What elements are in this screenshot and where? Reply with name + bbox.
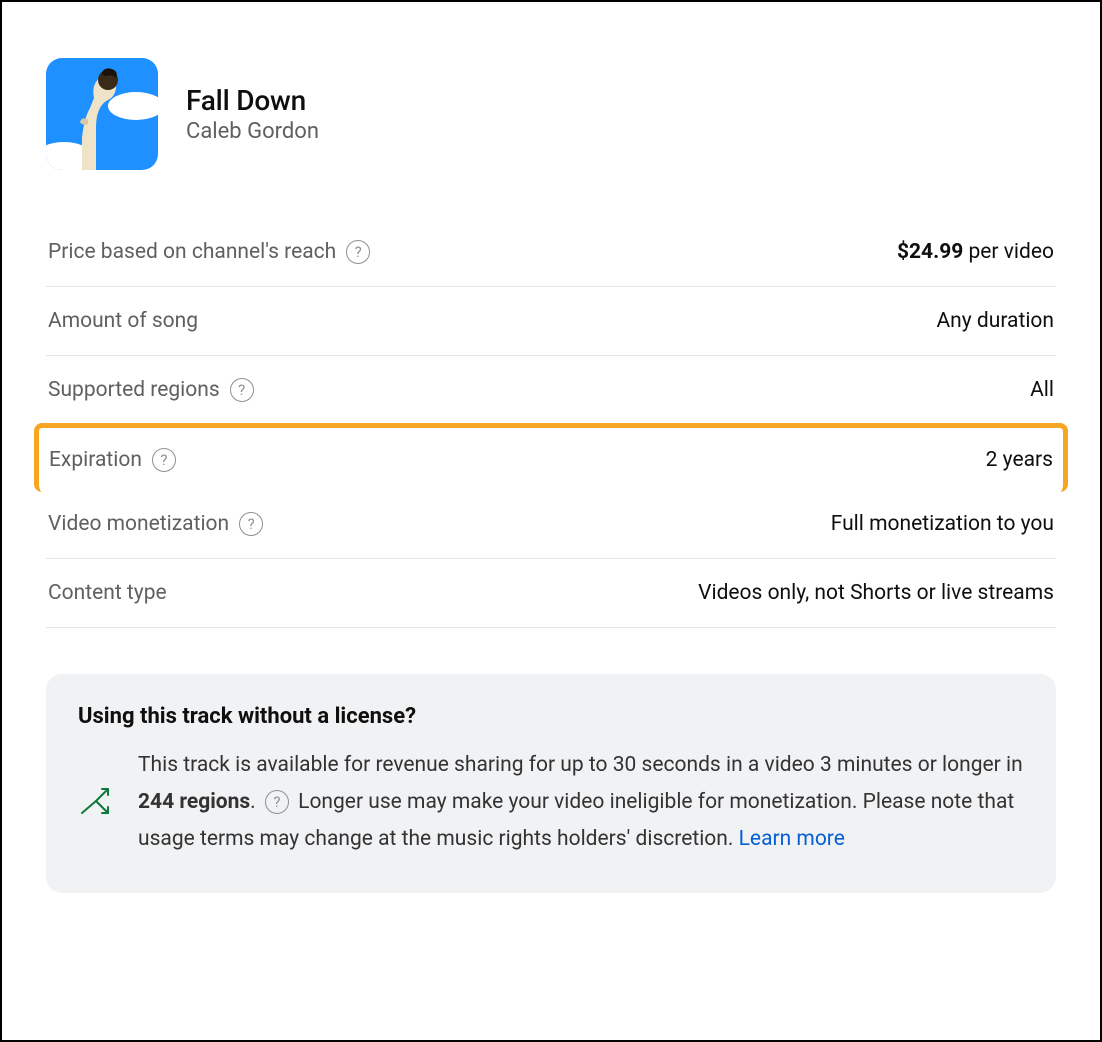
- amount-value: Any duration: [936, 309, 1054, 333]
- album-art: [46, 58, 158, 170]
- regions-label: Supported regions: [48, 378, 220, 402]
- help-icon[interactable]: ?: [239, 512, 263, 536]
- expiration-label-group: Expiration ?: [49, 448, 176, 472]
- regions-value: All: [1030, 378, 1054, 402]
- track-title: Fall Down: [186, 84, 319, 117]
- amount-label: Amount of song: [48, 309, 198, 333]
- info-body: This track is available for revenue shar…: [78, 747, 1024, 857]
- price-label: Price based on channel's reach: [48, 240, 336, 264]
- content-value: Videos only, not Shorts or live streams: [698, 581, 1054, 605]
- monetization-label-group: Video monetization ?: [48, 512, 263, 536]
- regions-label-group: Supported regions ?: [48, 378, 254, 402]
- info-box: Using this track without a license? This…: [46, 674, 1056, 893]
- row-price: Price based on channel's reach ? $24.99 …: [46, 218, 1056, 287]
- price-suffix: per video: [963, 240, 1054, 264]
- price-label-group: Price based on channel's reach ?: [48, 240, 370, 264]
- track-header: Fall Down Caleb Gordon: [46, 58, 1056, 170]
- help-icon[interactable]: ?: [346, 240, 370, 264]
- monetization-value: Full monetization to you: [831, 512, 1054, 536]
- title-block: Fall Down Caleb Gordon: [186, 84, 319, 144]
- info-text-1: This track is available for revenue shar…: [138, 753, 1023, 777]
- row-expiration-highlighted: Expiration ? 2 years: [34, 423, 1068, 492]
- help-icon[interactable]: ?: [230, 378, 254, 402]
- monetization-label: Video monetization: [48, 512, 229, 536]
- price-amount: $24.99: [897, 240, 963, 264]
- license-details: Price based on channel's reach ? $24.99 …: [46, 218, 1056, 628]
- price-value: $24.99 per video: [897, 240, 1054, 264]
- info-text: This track is available for revenue shar…: [138, 747, 1024, 857]
- artist-name: Caleb Gordon: [186, 119, 319, 144]
- info-regions-bold: 244 regions: [138, 790, 250, 814]
- row-monetization: Video monetization ? Full monetization t…: [46, 490, 1056, 559]
- row-amount: Amount of song Any duration: [46, 287, 1056, 356]
- help-icon[interactable]: ?: [265, 790, 289, 814]
- learn-more-link[interactable]: Learn more: [739, 827, 845, 851]
- row-regions: Supported regions ? All: [46, 356, 1056, 425]
- info-text-2: .: [250, 790, 261, 814]
- row-content-type: Content type Videos only, not Shorts or …: [46, 559, 1056, 628]
- expiration-label: Expiration: [49, 448, 142, 472]
- split-arrow-icon: [78, 783, 114, 819]
- help-icon[interactable]: ?: [152, 448, 176, 472]
- info-title: Using this track without a license?: [78, 704, 1024, 729]
- expiration-value: 2 years: [986, 448, 1053, 472]
- content-label: Content type: [48, 581, 167, 605]
